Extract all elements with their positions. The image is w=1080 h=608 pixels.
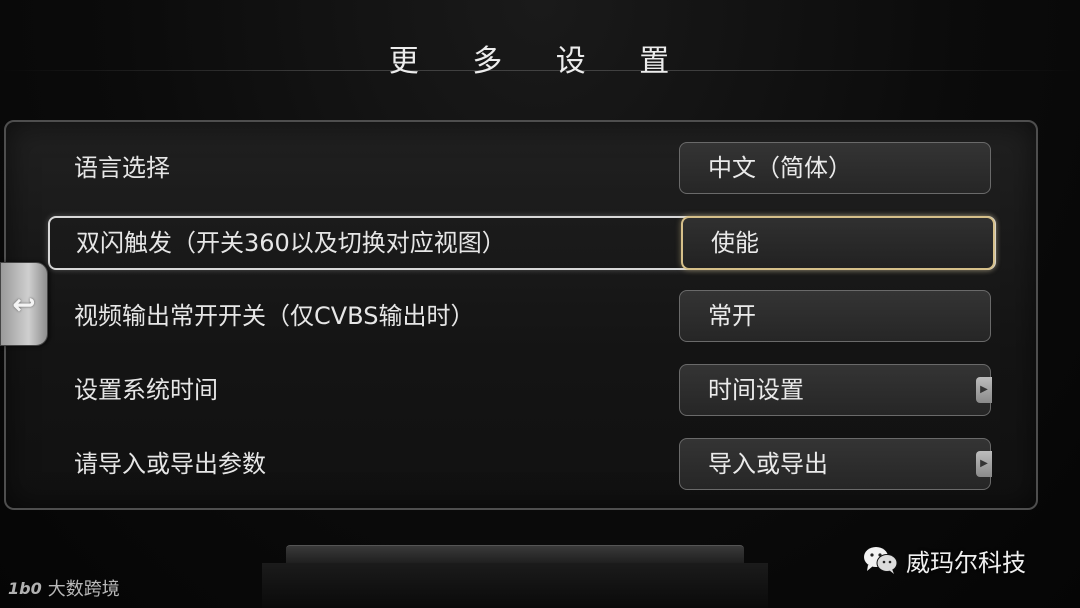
setting-label: 设置系统时间 bbox=[74, 376, 218, 404]
setting-label: 请导入或导出参数 bbox=[74, 450, 266, 478]
back-button[interactable]: ↩ bbox=[0, 262, 48, 346]
video-output-value-button[interactable]: 常开 bbox=[679, 290, 991, 342]
import-export-value-button[interactable]: 导入或导出 ▶ bbox=[679, 438, 992, 490]
watermark-wechat: 威玛尔科技 bbox=[862, 540, 1026, 580]
setting-value: 导入或导出 bbox=[708, 450, 828, 478]
setting-row-video-output[interactable]: 视频输出常开开关（仅CVBS输出时） 常开 bbox=[48, 290, 992, 342]
chevron-right-icon[interactable]: ▶ bbox=[976, 451, 992, 477]
language-value-button[interactable]: 中文（简体） bbox=[679, 142, 991, 194]
watermark-text: 大数跨境 bbox=[47, 579, 120, 600]
setting-value: 中文（简体） bbox=[708, 154, 852, 182]
hazard-trigger-value-button[interactable]: 使能 bbox=[681, 216, 995, 270]
watermark-text: 威玛尔科技 bbox=[906, 548, 1026, 577]
setting-value: 使能 bbox=[711, 229, 759, 257]
page-title: 更 多 设 置 bbox=[388, 44, 692, 79]
setting-value: 常开 bbox=[708, 302, 756, 330]
brand-logo: 1b0 bbox=[8, 578, 42, 598]
wechat-icon bbox=[862, 545, 898, 575]
bottom-base bbox=[262, 563, 768, 608]
back-arrow-icon: ↩ bbox=[12, 287, 36, 321]
system-time-value-button[interactable]: 时间设置 ▶ bbox=[679, 364, 992, 416]
setting-value: 时间设置 bbox=[708, 376, 804, 404]
setting-row-language[interactable]: 语言选择 中文（简体） bbox=[48, 142, 992, 194]
setting-row-import-export[interactable]: 请导入或导出参数 导入或导出 ▶ bbox=[48, 438, 992, 490]
setting-label: 视频输出常开开关（仅CVBS输出时） bbox=[74, 302, 475, 330]
setting-row-system-time[interactable]: 设置系统时间 时间设置 ▶ bbox=[48, 364, 992, 416]
bottom-bar bbox=[286, 545, 744, 564]
watermark-dashujuajing: 1b0 大数跨境 bbox=[8, 574, 120, 602]
chevron-right-icon[interactable]: ▶ bbox=[976, 377, 992, 403]
setting-row-hazard-trigger[interactable]: 双闪触发（开关360以及切换对应视图） 使能 bbox=[48, 216, 996, 270]
setting-label: 双闪触发（开关360以及切换对应视图） bbox=[76, 229, 506, 257]
setting-label: 语言选择 bbox=[74, 154, 170, 182]
